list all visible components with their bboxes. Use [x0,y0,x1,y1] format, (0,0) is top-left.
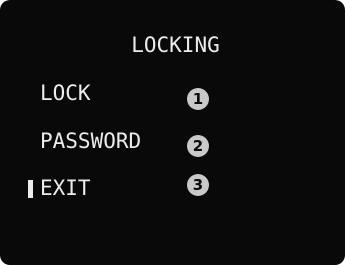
number-badge-2: 2 [187,135,209,157]
menu-item-lock[interactable]: LOCK [40,81,91,105]
number-badge-1: 1 [187,88,209,110]
menu-item-password[interactable]: PASSWORD [40,129,141,153]
menu-item-exit[interactable]: EXIT [40,176,91,200]
menu-title: LOCKING [131,33,220,57]
number-badge-3: 3 [187,174,209,196]
osd-screen: LOCKING LOCK PASSWORD EXIT 1 2 3 [0,0,345,265]
selection-cursor [28,180,33,198]
